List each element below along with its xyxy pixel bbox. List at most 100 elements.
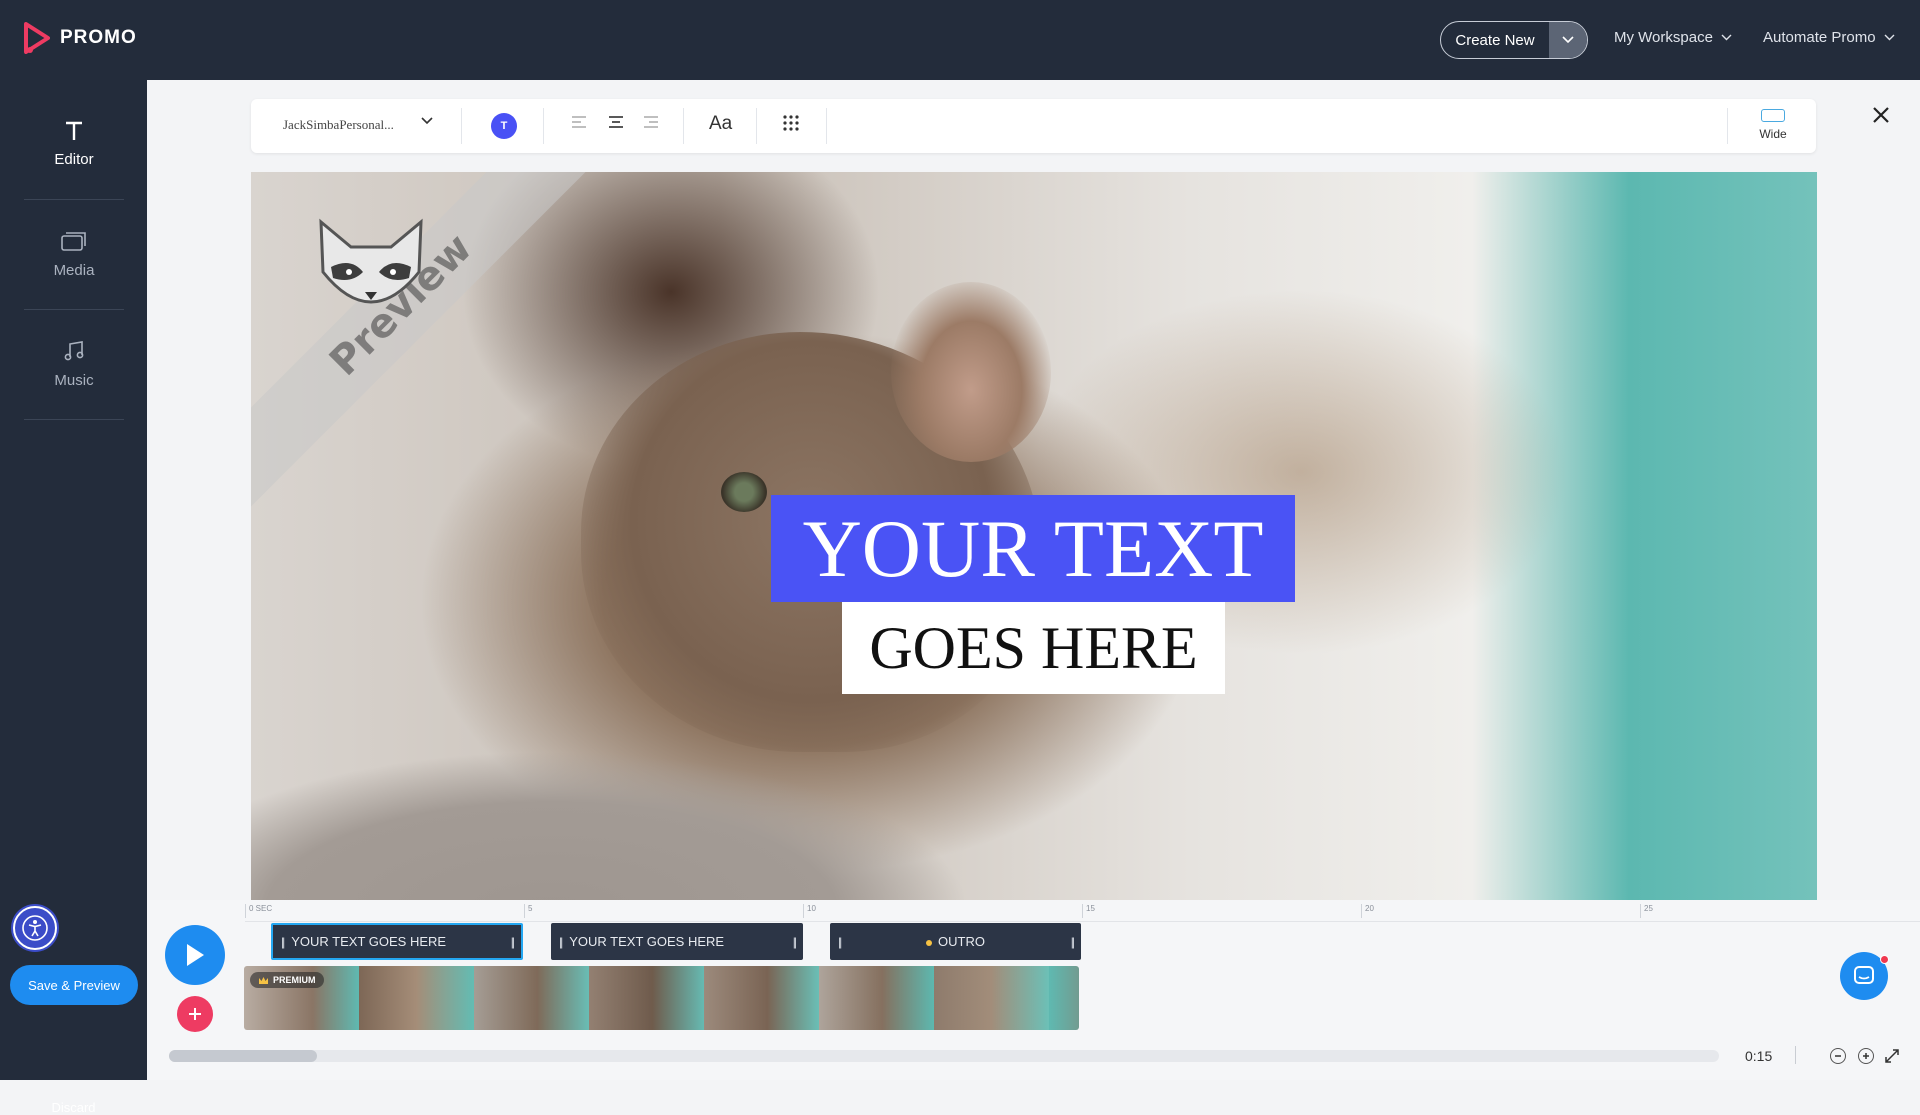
grid-dots-icon[interactable] xyxy=(783,115,799,131)
automate-promo-menu[interactable]: Automate Promo xyxy=(1763,29,1895,46)
video-filmstrip[interactable] xyxy=(244,966,1079,1030)
filmstrip-frame xyxy=(819,966,934,1030)
ruler-tick: 10 xyxy=(803,904,816,918)
brand-name: PROMO xyxy=(60,27,137,48)
sidebar-item-editor[interactable]: Editor xyxy=(24,90,124,200)
drag-handle-left[interactable]: || xyxy=(838,935,842,949)
filmstrip-frame xyxy=(589,966,704,1030)
text-t-icon xyxy=(66,121,82,140)
drag-handle-right[interactable]: || xyxy=(1071,935,1075,949)
filmstrip-frame xyxy=(1049,966,1079,1030)
background-photo-cat-eye xyxy=(721,472,767,512)
save-preview-button[interactable]: Save & Preview xyxy=(10,965,138,1005)
text-style-button[interactable]: Aa xyxy=(709,113,732,135)
align-center-icon[interactable] xyxy=(608,115,624,129)
chevron-down-icon[interactable] xyxy=(421,117,433,125)
align-left-icon[interactable] xyxy=(571,115,587,129)
sidebar-item-media[interactable]: Media xyxy=(24,200,124,310)
ruler-tick: 5 xyxy=(524,904,532,918)
chevron-down-icon xyxy=(1562,36,1574,44)
clip-label: YOUR TEXT GOES HERE xyxy=(291,934,447,949)
filmstrip-frame xyxy=(474,966,589,1030)
minus-icon xyxy=(1835,1055,1841,1057)
divider xyxy=(543,108,544,144)
drag-handle-right[interactable]: || xyxy=(511,935,515,949)
timeline-panel: 0 SEC 5 10 15 20 25 || YOUR TEXT GOES HE… xyxy=(147,900,1920,1080)
premium-label: PREMIUM xyxy=(273,975,316,985)
automate-promo-label: Automate Promo xyxy=(1763,29,1876,46)
play-button[interactable] xyxy=(165,925,225,985)
divider xyxy=(461,108,462,144)
notification-dot xyxy=(1880,955,1889,964)
zoom-in-button[interactable] xyxy=(1858,1048,1874,1064)
scrollbar-thumb[interactable] xyxy=(169,1050,317,1062)
crown-icon xyxy=(259,976,268,984)
plus-icon xyxy=(189,1008,201,1020)
create-new-button[interactable]: Create New xyxy=(1440,21,1588,59)
close-icon[interactable] xyxy=(1872,106,1890,124)
timeline-clip-outro[interactable]: || OUTRO || xyxy=(830,923,1081,960)
ruler-tick: 0 SEC xyxy=(245,904,272,918)
my-workspace-label: My Workspace xyxy=(1614,29,1713,46)
accessibility-button[interactable] xyxy=(13,906,57,950)
promo-logo[interactable]: PROMO xyxy=(24,22,137,54)
discard-button[interactable]: Discard xyxy=(0,1100,147,1115)
create-new-dropdown-button[interactable] xyxy=(1549,22,1587,58)
fit-expand-icon[interactable] xyxy=(1884,1048,1900,1064)
accessibility-icon xyxy=(22,915,48,941)
chat-bubble-icon xyxy=(1854,966,1874,984)
divider xyxy=(1795,1046,1796,1064)
promo-logo-icon xyxy=(24,22,50,54)
outro-dot-icon xyxy=(926,940,933,946)
sidebar-item-music[interactable]: Music xyxy=(24,310,124,420)
ruler-tick: 15 xyxy=(1082,904,1095,918)
raccoon-logo-icon xyxy=(319,218,423,304)
aspect-wide-button[interactable]: Wide xyxy=(1748,109,1798,141)
font-select[interactable]: JackSimbaPersonal... xyxy=(283,117,394,133)
filmstrip-frame xyxy=(359,966,474,1030)
text-color-picker[interactable]: T xyxy=(491,113,517,139)
filmstrip-frame xyxy=(934,966,1049,1030)
timeline-scrollbar[interactable] xyxy=(169,1050,1719,1062)
media-stack-icon xyxy=(61,232,86,251)
left-sidebar: Editor Media Music Save & Preview Discar… xyxy=(0,80,147,1115)
headline-text-line-2[interactable]: GOES HERE xyxy=(842,602,1225,694)
top-bar: PROMO Create New My Workspace Automate P… xyxy=(0,0,1920,80)
premium-badge: PREMIUM xyxy=(250,972,324,988)
chevron-down-icon xyxy=(1721,34,1732,41)
drag-handle-left[interactable]: || xyxy=(559,935,563,949)
timeline-clip-text-1[interactable]: || YOUR TEXT GOES HERE || xyxy=(271,923,523,960)
sidebar-item-label: Editor xyxy=(54,151,94,168)
background-photo-sweater xyxy=(251,732,1131,900)
video-canvas[interactable]: Preview YOUR TEXT GOES HERE xyxy=(251,172,1817,900)
clip-label: OUTRO xyxy=(938,934,985,949)
clip-label: YOUR TEXT GOES HERE xyxy=(569,934,725,949)
divider xyxy=(1727,108,1728,144)
background-photo-cat-ear xyxy=(891,282,1051,462)
drag-handle-left[interactable]: || xyxy=(281,935,285,949)
my-workspace-menu[interactable]: My Workspace xyxy=(1614,29,1732,46)
aspect-label: Wide xyxy=(1759,127,1787,141)
divider xyxy=(756,108,757,144)
ruler-tick: 25 xyxy=(1640,904,1653,918)
filmstrip-frame xyxy=(704,966,819,1030)
chevron-down-icon xyxy=(1884,34,1895,41)
timeline-clip-text-2[interactable]: || YOUR TEXT GOES HERE || xyxy=(551,923,803,960)
wide-aspect-icon xyxy=(1761,109,1785,122)
play-icon xyxy=(187,944,204,966)
align-right-icon[interactable] xyxy=(643,115,659,129)
add-scene-button[interactable] xyxy=(177,996,213,1032)
text-toolbar: JackSimbaPersonal... T Aa Wide xyxy=(251,99,1816,153)
headline-text-line-1[interactable]: YOUR TEXT xyxy=(771,495,1295,602)
clip-label-wrap: OUTRO xyxy=(848,934,1063,949)
plus-icon xyxy=(1863,1053,1869,1059)
drag-handle-right[interactable]: || xyxy=(793,935,797,949)
sidebar-item-label: Media xyxy=(53,262,95,279)
sidebar-item-label: Music xyxy=(54,372,94,389)
zoom-out-button[interactable] xyxy=(1830,1048,1846,1064)
divider xyxy=(683,108,684,144)
divider xyxy=(826,108,827,144)
music-note-icon xyxy=(64,341,84,361)
create-new-label: Create New xyxy=(1455,31,1535,49)
duration-readout: 0:15 xyxy=(1745,1048,1773,1064)
